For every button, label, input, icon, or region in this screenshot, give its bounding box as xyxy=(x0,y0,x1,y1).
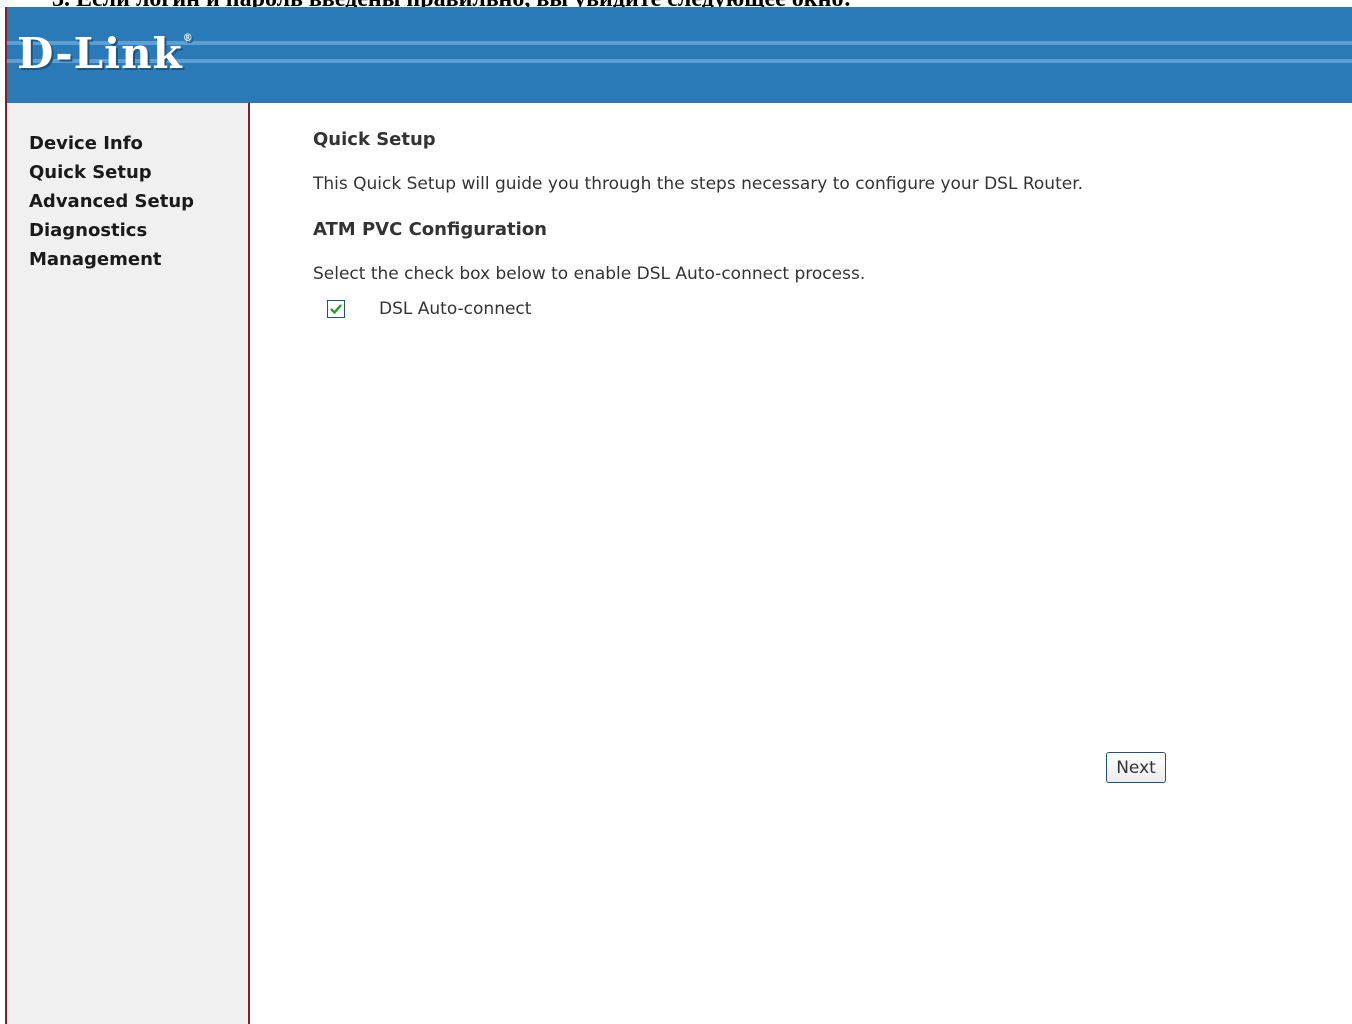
sidebar-menu: Device Info Quick Setup Advanced Setup D… xyxy=(7,103,248,274)
section-title: ATM PVC Configuration xyxy=(313,219,547,240)
checkmark-icon xyxy=(330,304,342,315)
intro-text: This Quick Setup will guide you through … xyxy=(313,174,1084,194)
sidebar-item-management[interactable]: Management xyxy=(29,245,248,274)
sidebar: Device Info Quick Setup Advanced Setup D… xyxy=(7,103,250,1024)
sidebar-item-quick-setup[interactable]: Quick Setup xyxy=(29,158,248,187)
sidebar-item-diagnostics[interactable]: Diagnostics xyxy=(29,216,248,245)
page-title: Quick Setup xyxy=(313,129,436,150)
next-button[interactable]: Next xyxy=(1106,752,1166,783)
sidebar-item-advanced-setup[interactable]: Advanced Setup xyxy=(29,187,248,216)
sidebar-item-device-info[interactable]: Device Info xyxy=(29,129,248,158)
dsl-autoconnect-label: DSL Auto-connect xyxy=(379,299,532,319)
instruction-text: Select the check box below to enable DSL… xyxy=(313,264,866,284)
autoconnect-row: DSL Auto-connect xyxy=(327,299,531,319)
dsl-autoconnect-checkbox[interactable] xyxy=(327,300,345,318)
